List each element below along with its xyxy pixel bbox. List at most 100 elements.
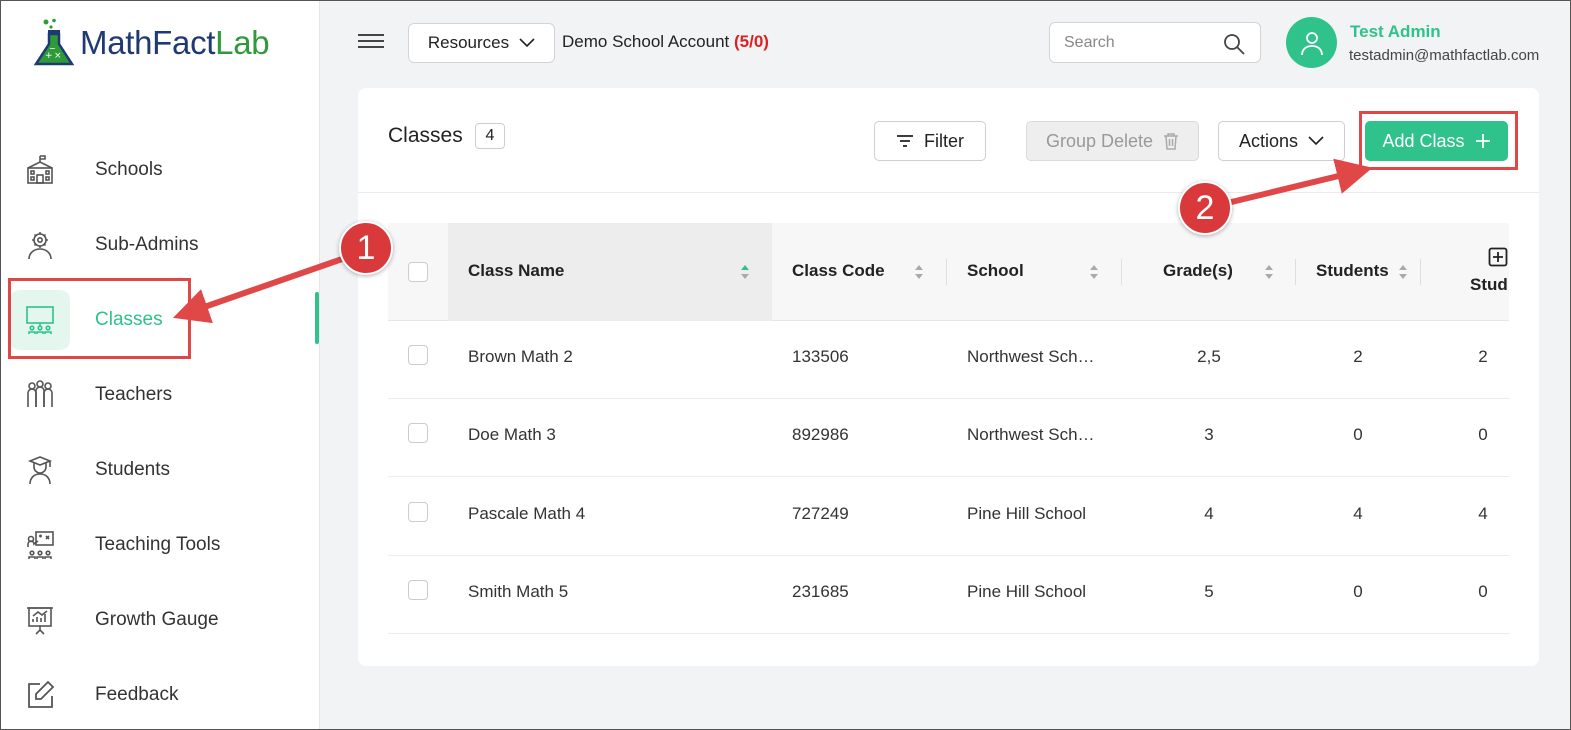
- class-code-cell: 133506: [792, 347, 849, 366]
- class-code-cell: 892986: [792, 425, 849, 444]
- classes-card: Classes 4 Filter Group Delete Actions Ad…: [358, 88, 1539, 666]
- sidebar-item-sub-admins[interactable]: Sub-Admins: [0, 207, 320, 282]
- resources-dropdown[interactable]: Resources: [408, 23, 555, 63]
- sort-icon[interactable]: [1264, 263, 1274, 281]
- class-name-cell[interactable]: Brown Math 2: [468, 347, 573, 367]
- sort-icon[interactable]: [1398, 263, 1408, 281]
- class-name-cell[interactable]: Doe Math 3: [468, 425, 556, 445]
- table-row[interactable]: Pascale Math 4 727249 Pine Hill School 4…: [388, 478, 1509, 556]
- filter-button[interactable]: Filter: [874, 121, 986, 161]
- sidebar-item-feedback[interactable]: Feedback: [0, 657, 320, 730]
- school-cell: Northwest Sch…: [967, 425, 1095, 444]
- sidebar-item-teachers[interactable]: Teachers: [0, 357, 320, 432]
- trash-icon: [1164, 133, 1179, 150]
- column-separator: [1420, 259, 1421, 285]
- row-checkbox[interactable]: [408, 580, 428, 600]
- column-header-stud[interactable]: Stud: [1470, 275, 1508, 295]
- class-name-cell[interactable]: Pascale Math 4: [468, 504, 585, 524]
- group-delete-button[interactable]: Group Delete: [1026, 121, 1199, 161]
- column-separator: [1121, 259, 1122, 285]
- page-title: Classes: [388, 124, 463, 147]
- sidebar-item-label: Teaching Tools: [95, 533, 221, 555]
- grades-cell: 2,5: [1197, 347, 1221, 366]
- menu-toggle-icon[interactable]: [358, 30, 384, 54]
- students-cell: 0: [1353, 582, 1363, 601]
- sort-asc-icon[interactable]: [740, 263, 750, 281]
- stud-cell: 0: [1478, 425, 1488, 444]
- school-cell: Pine Hill School: [967, 504, 1087, 523]
- search-icon[interactable]: [1222, 32, 1246, 56]
- group-delete-label: Group Delete: [1045, 130, 1154, 151]
- grades-cell: 5: [1204, 582, 1214, 601]
- class-code-cell: 231685: [792, 582, 849, 601]
- account-count: (5/0): [734, 32, 769, 51]
- sidebar-item-label: Schools: [95, 158, 163, 180]
- column-header-class-name[interactable]: Class Name: [468, 261, 564, 281]
- row-checkbox[interactable]: [408, 502, 428, 522]
- column-header-class-code[interactable]: Class Code: [792, 261, 885, 281]
- table-row[interactable]: Smith Math 5 231685 Pine Hill School 5 0…: [388, 556, 1509, 634]
- classes-highlight-box: [8, 278, 191, 359]
- stud-cell: 2: [1478, 347, 1488, 366]
- sidebar-nav: Schools Sub-Admins Classes Teachers Stud…: [0, 132, 320, 730]
- search-box: [1049, 22, 1261, 63]
- table-row[interactable]: Brown Math 2 133506 Northwest Sch… 2,5 2…: [388, 321, 1509, 399]
- grades-cell: 4: [1204, 504, 1214, 523]
- sidebar-item-students[interactable]: Students: [0, 432, 320, 507]
- column-separator: [1295, 259, 1296, 285]
- edit-icon: [20, 675, 60, 715]
- school-cell: Pine Hill School: [967, 582, 1087, 601]
- account-name: Demo School Account (5/0): [562, 32, 769, 51]
- row-checkbox[interactable]: [408, 345, 428, 365]
- logo-text: MathFactLab: [80, 24, 270, 61]
- table-row[interactable]: Doe Math 3 892986 Northwest Sch… 3 0 0: [388, 399, 1509, 477]
- class-code-cell: 727249: [792, 504, 849, 523]
- teaching-tools-icon: [20, 525, 60, 565]
- grades-cell: 3: [1204, 425, 1214, 444]
- column-header-grades[interactable]: Grade(s): [1163, 261, 1233, 281]
- column-separator: [946, 259, 947, 285]
- expand-column-icon[interactable]: [1488, 247, 1508, 267]
- sidebar-item-schools[interactable]: Schools: [0, 132, 320, 207]
- actions-label: Actions: [1238, 130, 1299, 151]
- stud-cell: 0: [1478, 582, 1488, 601]
- sort-icon[interactable]: [914, 263, 924, 281]
- search-input[interactable]: [1064, 32, 1214, 54]
- stud-cell: 4: [1478, 504, 1488, 523]
- students-cell: 4: [1353, 504, 1363, 523]
- sidebar-item-growth-gauge[interactable]: Growth Gauge: [0, 582, 320, 657]
- chevron-down-icon: [1308, 136, 1324, 146]
- students-cell: 0: [1353, 425, 1363, 444]
- avatar[interactable]: [1286, 17, 1337, 68]
- sidebar-item-teaching-tools[interactable]: Teaching Tools: [0, 507, 320, 582]
- sidebar-item-label: Feedback: [95, 683, 179, 705]
- filter-icon: [897, 135, 913, 147]
- svg-text:−: −: [49, 44, 56, 53]
- classes-count-badge: 4: [475, 123, 505, 149]
- school-icon: [20, 150, 60, 190]
- table-header: Class Name Class Code School Grade(s) St…: [388, 223, 1509, 321]
- class-name-cell[interactable]: Smith Math 5: [468, 582, 568, 602]
- user-icon: [1300, 31, 1323, 55]
- sort-icon[interactable]: [1089, 263, 1099, 281]
- column-header-students[interactable]: Students: [1316, 261, 1389, 281]
- user-name[interactable]: Test Admin: [1350, 22, 1441, 42]
- sidebar: + × − MathFactLab Schools Sub-Admins Cla…: [0, 0, 320, 730]
- step-1-marker: 1: [339, 221, 393, 275]
- chevron-down-icon: [519, 38, 535, 48]
- actions-dropdown[interactable]: Actions: [1218, 121, 1345, 161]
- column-header-school[interactable]: School: [967, 261, 1024, 281]
- student-icon: [20, 450, 60, 490]
- sidebar-item-label: Sub-Admins: [95, 233, 199, 255]
- flask-logo-icon: + × −: [33, 18, 75, 66]
- select-all-checkbox[interactable]: [408, 262, 428, 282]
- filter-label: Filter: [924, 130, 964, 151]
- teachers-icon: [20, 375, 60, 415]
- sub-admin-icon: [20, 225, 60, 265]
- logo[interactable]: + × − MathFactLab: [32, 18, 270, 68]
- sidebar-item-label: Teachers: [95, 383, 173, 405]
- active-indicator: [315, 292, 319, 344]
- divider: [358, 192, 1539, 193]
- resources-label: Resources: [427, 33, 510, 52]
- row-checkbox[interactable]: [408, 423, 428, 443]
